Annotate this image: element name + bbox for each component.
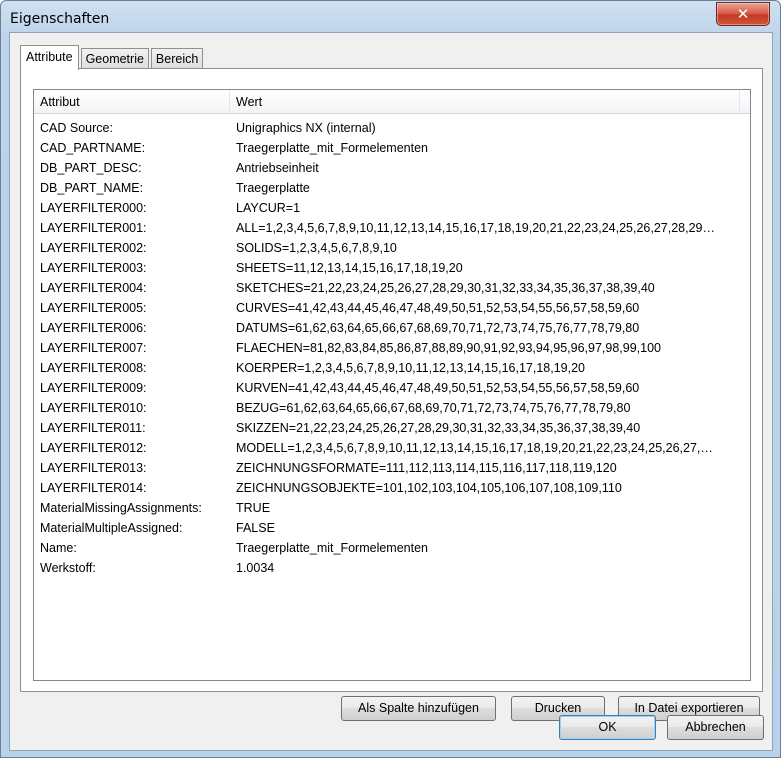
attribute-name-cell: LAYERFILTER012: <box>40 441 147 455</box>
table-row[interactable]: LAYERFILTER007: FLAECHEN=81,82,83,84,85,8… <box>34 338 750 358</box>
dialog-client-area: Attribute Geometrie Bereich Attribut Wer… <box>9 32 773 751</box>
attribute-value-cell: Traegerplatte <box>236 181 310 195</box>
attribute-name-cell: LAYERFILTER005: <box>40 301 147 315</box>
attribute-name-cell: LAYERFILTER001: <box>40 221 147 235</box>
attribute-name-cell: MaterialMultipleAssigned: <box>40 521 183 535</box>
attribute-value-cell: FALSE <box>236 521 275 535</box>
attribute-value-cell: FLAECHEN=81,82,83,84,85,86,87,88,89,90,9… <box>236 341 661 355</box>
table-row[interactable]: LAYERFILTER010: BEZUG=61,62,63,64,65,66,6… <box>34 398 750 418</box>
attribute-value-cell: ZEICHNUNGSOBJEKTE=101,102,103,104,105,10… <box>236 481 622 495</box>
table-row[interactable]: LAYERFILTER001: ALL=1,2,3,4,5,6,7,8,9,10,… <box>34 218 750 238</box>
attribute-tab-panel: Attribut Wert CAD Source: Unigraphics NX … <box>20 68 763 721</box>
attribute-name-cell: Werkstoff: <box>40 561 96 575</box>
attribute-value-cell: Antriebseinheit <box>236 161 319 175</box>
attribute-name-cell: LAYERFILTER014: <box>40 481 147 495</box>
table-row[interactable]: LAYERFILTER002: SOLIDS=1,2,3,4,5,6,7,8,9,… <box>34 238 750 258</box>
attribute-value-cell: LAYCUR=1 <box>236 201 301 215</box>
attribute-value-cell: Traegerplatte_mit_Formelementen <box>236 541 428 555</box>
properties-dialog: Eigenschaften ✕ Attribute Geometrie Bere… <box>0 0 781 758</box>
table-row[interactable]: LAYERFILTER011: SKIZZEN=21,22,23,24,25,26… <box>34 418 750 438</box>
tab-geometrie[interactable]: Geometrie <box>80 48 149 69</box>
attribute-value-cell: DATUMS=61,62,63,64,65,66,67,68,69,70,71,… <box>236 321 640 335</box>
attribute-name-cell: LAYERFILTER010: <box>40 401 147 415</box>
attribute-name-cell: LAYERFILTER006: <box>40 321 147 335</box>
attribute-name-cell: LAYERFILTER008: <box>40 361 147 375</box>
attribute-name-cell: DB_PART_DESC: <box>40 161 142 175</box>
attribute-name-cell: LAYERFILTER007: <box>40 341 147 355</box>
attribute-value-cell: Unigraphics NX (internal) <box>236 121 376 135</box>
attribute-value-cell: SOLIDS=1,2,3,4,5,6,7,8,9,10 <box>236 241 397 255</box>
table-row[interactable]: LAYERFILTER008: KOERPER=1,2,3,4,5,6,7,8,9… <box>34 358 750 378</box>
attribute-list[interactable]: Attribut Wert CAD Source: Unigraphics NX … <box>33 89 751 681</box>
attribute-name-cell: LAYERFILTER000: <box>40 201 147 215</box>
attribute-value-cell: SHEETS=11,12,13,14,15,16,17,18,19,20 <box>236 261 463 275</box>
attribute-value-cell: ALL=1,2,3,4,5,6,7,8,9,10,11,12,13,14,15,… <box>236 221 716 235</box>
attribute-name-cell: MaterialMissingAssignments: <box>40 501 202 515</box>
attribute-value-cell: 1.0034 <box>236 561 275 575</box>
table-row[interactable]: LAYERFILTER000: LAYCUR=1 <box>34 198 750 218</box>
table-row[interactable]: DB_PART_NAME: Traegerplatte <box>34 178 750 198</box>
column-header-attribut[interactable]: Attribut <box>34 90 230 114</box>
attribute-value-cell: Traegerplatte_mit_Formelementen <box>236 141 428 155</box>
close-icon: ✕ <box>736 5 750 23</box>
column-header-wert[interactable]: Wert <box>230 90 740 114</box>
attribute-value-cell: SKIZZEN=21,22,23,24,25,26,27,28,29,30,31… <box>236 421 641 435</box>
table-row[interactable]: LAYERFILTER006: DATUMS=61,62,63,64,65,66,… <box>34 318 750 338</box>
attribute-name-cell: DB_PART_NAME: <box>40 181 144 195</box>
table-row[interactable]: LAYERFILTER005: CURVES=41,42,43,44,45,46,… <box>34 298 750 318</box>
dialog-title: Eigenschaften <box>10 11 110 27</box>
attribute-value-cell: BEZUG=61,62,63,64,65,66,67,68,69,70,71,7… <box>236 401 631 415</box>
attribute-value-cell: KOERPER=1,2,3,4,5,6,7,8,9,10,11,12,13,14… <box>236 361 585 375</box>
table-row[interactable]: MaterialMultipleAssigned: FALSE <box>34 518 750 538</box>
tab-bereich[interactable]: Bereich <box>150 48 204 69</box>
table-row[interactable]: CAD_PARTNAME: Traegerplatte_mit_Formeleme… <box>34 138 750 158</box>
table-row[interactable]: Werkstoff: 1.0034 <box>34 558 750 578</box>
attribute-value-cell: TRUE <box>236 501 271 515</box>
table-row[interactable]: MaterialMissingAssignments: TRUE <box>34 498 750 518</box>
attribute-name-cell: CAD Source: <box>40 121 113 135</box>
attribute-name-cell: Name: <box>40 541 77 555</box>
close-button[interactable]: ✕ <box>716 2 770 26</box>
tab-attribute[interactable]: Attribute <box>20 45 79 70</box>
list-rows: CAD Source: Unigraphics NX (internal) CAD_… <box>34 118 750 578</box>
attribute-value-cell: CURVES=41,42,43,44,45,46,47,48,49,50,51,… <box>236 301 640 315</box>
ok-button[interactable]: OK <box>559 715 656 740</box>
attribute-name-cell: LAYERFILTER011: <box>40 421 146 435</box>
attribute-name-cell: LAYERFILTER004: <box>40 281 147 295</box>
attribute-value-cell: SKETCHES=21,22,23,24,25,26,27,28,29,30,3… <box>236 281 655 295</box>
tab-strip: Attribute Geometrie Bereich <box>20 44 205 70</box>
attribute-name-cell: LAYERFILTER002: <box>40 241 147 255</box>
table-row[interactable]: CAD Source: Unigraphics NX (internal) <box>34 118 750 138</box>
cancel-button[interactable]: Abbrechen <box>667 715 764 740</box>
table-row[interactable]: LAYERFILTER013: ZEICHNUNGSFORMATE=111,112… <box>34 458 750 478</box>
attribute-name-cell: LAYERFILTER013: <box>40 461 147 475</box>
table-row[interactable]: LAYERFILTER009: KURVEN=41,42,43,44,45,46,… <box>34 378 750 398</box>
table-row[interactable]: DB_PART_DESC: Antriebseinheit <box>34 158 750 178</box>
add-as-column-button[interactable]: Als Spalte hinzufügen <box>341 696 496 721</box>
attribute-name-cell: CAD_PARTNAME: <box>40 141 146 155</box>
table-row[interactable]: Name: Traegerplatte_mit_Formelementen <box>34 538 750 558</box>
table-row[interactable]: LAYERFILTER004: SKETCHES=21,22,23,24,25,2… <box>34 278 750 298</box>
table-row[interactable]: LAYERFILTER003: SHEETS=11,12,13,14,15,16,… <box>34 258 750 278</box>
list-header: Attribut Wert <box>34 90 750 114</box>
attribute-value-cell: KURVEN=41,42,43,44,45,46,47,48,49,50,51,… <box>236 381 640 395</box>
attribute-name-cell: LAYERFILTER003: <box>40 261 147 275</box>
table-row[interactable]: LAYERFILTER012: MODELL=1,2,3,4,5,6,7,8,9,… <box>34 438 750 458</box>
table-row[interactable]: LAYERFILTER014: ZEICHNUNGSOBJEKTE=101,102… <box>34 478 750 498</box>
attribute-value-cell: MODELL=1,2,3,4,5,6,7,8,9,10,11,12,13,14,… <box>236 441 716 455</box>
attribute-value-cell: ZEICHNUNGSFORMATE=111,112,113,114,115,11… <box>236 461 617 475</box>
attribute-name-cell: LAYERFILTER009: <box>40 381 147 395</box>
